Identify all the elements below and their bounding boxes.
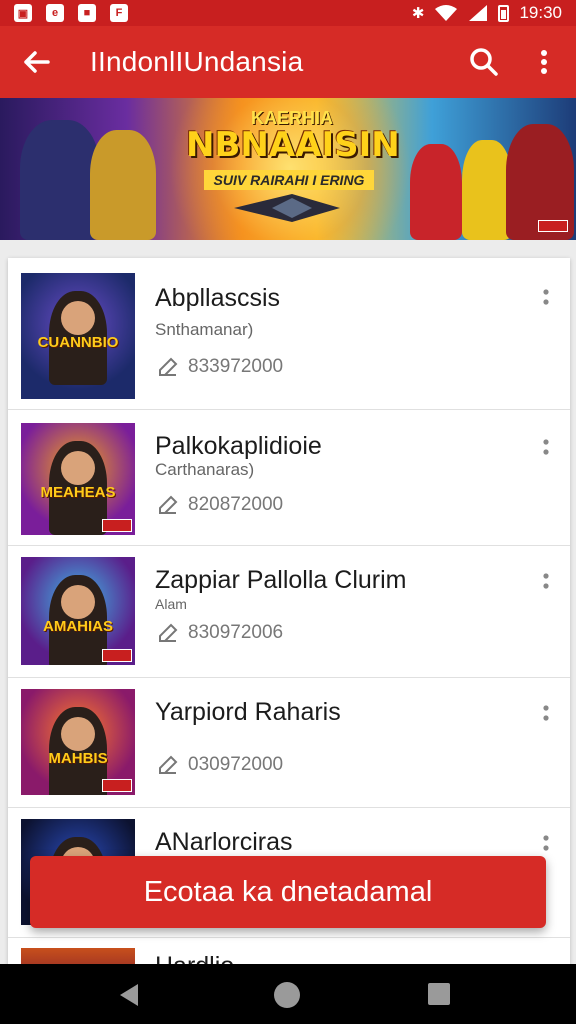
item-meta-value: 830972006 bbox=[188, 622, 284, 643]
banner-character bbox=[90, 130, 156, 240]
item-title: Yarpiord Raharis bbox=[155, 698, 341, 726]
wifi-icon bbox=[435, 5, 458, 21]
app-bar: IIndonlIUndansia bbox=[0, 26, 576, 98]
primary-action-button[interactable]: Ecotaa ka dnetadamal bbox=[30, 856, 546, 928]
system-nav-bar bbox=[0, 964, 576, 1024]
list-item[interactable]: MAHBIS Yarpiord Raharis 030972000 bbox=[8, 678, 570, 808]
item-thumbnail: AMAHIAS bbox=[21, 557, 135, 665]
image-icon: ▣ bbox=[14, 4, 32, 22]
more-options-icon[interactable] bbox=[526, 44, 562, 80]
item-thumbnail: MAHBIS bbox=[21, 689, 135, 795]
bluetooth-icon: ✱ bbox=[411, 5, 425, 22]
recent-apps-icon[interactable] bbox=[428, 983, 450, 1005]
thumbnail-text: CUANNBIO bbox=[37, 334, 119, 351]
thumbnail-text: MEAHEAS bbox=[40, 484, 116, 501]
item-meta: 830972006 bbox=[158, 622, 283, 644]
item-meta-value: 030972000 bbox=[188, 754, 284, 775]
thumbnail-face bbox=[61, 585, 95, 619]
list-item[interactable]: AMAHIAS Zappiar Pallolla Clurim Alam 830… bbox=[8, 546, 570, 678]
item-more-icon[interactable] bbox=[536, 700, 556, 728]
home-icon[interactable] bbox=[274, 982, 300, 1008]
banner-character bbox=[20, 120, 100, 240]
list-item[interactable]: MEAHEAS Palkokaplidioie Carthanaras) 820… bbox=[8, 410, 570, 546]
item-meta-value: 833972000 bbox=[188, 356, 284, 377]
back-arrow-icon[interactable] bbox=[18, 44, 54, 80]
thumbnail-face bbox=[61, 301, 95, 335]
thumbnail-face bbox=[61, 717, 95, 751]
f-icon: F bbox=[110, 4, 128, 22]
banner-character bbox=[410, 144, 462, 240]
item-subtitle: Snthamanar) bbox=[155, 320, 254, 339]
thumbnail-badge bbox=[102, 649, 132, 662]
item-thumbnail: MEAHEAS bbox=[21, 423, 135, 535]
banner-character bbox=[462, 140, 512, 240]
item-more-icon[interactable] bbox=[536, 434, 556, 462]
item-more-icon[interactable] bbox=[536, 830, 556, 858]
item-title: ANarlorciras bbox=[155, 828, 293, 856]
edit-icon bbox=[159, 755, 178, 774]
edit-icon bbox=[159, 495, 178, 514]
item-title: Abpllascsis bbox=[155, 284, 281, 312]
item-more-icon[interactable] bbox=[536, 284, 556, 312]
status-bar: ▣ e ■ F ✱ 19:30 bbox=[0, 0, 576, 26]
e-icon: e bbox=[46, 4, 64, 22]
thumbnail-face bbox=[61, 451, 95, 485]
item-title: Palkokaplidioie bbox=[155, 432, 322, 460]
thumbnail-text: AMAHIAS bbox=[43, 618, 113, 635]
signal-icon bbox=[469, 5, 488, 21]
item-subtitle: Alam bbox=[155, 596, 187, 612]
item-title: Zappiar Pallolla Clurim bbox=[155, 566, 407, 594]
thumbnail-text: MAHBIS bbox=[48, 750, 108, 767]
page-title: IIndonlIUndansia bbox=[90, 46, 304, 77]
edit-icon bbox=[159, 623, 178, 642]
edit-icon bbox=[159, 357, 178, 376]
thumbnail-badge bbox=[102, 519, 132, 532]
banner-badge bbox=[538, 220, 568, 232]
item-subtitle: Carthanaras) bbox=[155, 460, 255, 479]
banner-title: NBNAAISIN bbox=[186, 125, 400, 165]
spaceship-icon bbox=[234, 194, 340, 222]
item-meta: 820872000 bbox=[158, 494, 283, 516]
promo-banner[interactable]: KAERHIA NBNAAISIN SUIV RAIRAHI I ERING bbox=[0, 98, 576, 240]
status-time: 19:30 bbox=[519, 3, 562, 22]
back-icon[interactable] bbox=[116, 982, 142, 1008]
battery-icon bbox=[498, 4, 510, 22]
item-meta: 833972000 bbox=[158, 356, 283, 378]
thumbnail-badge bbox=[102, 779, 132, 792]
item-meta: 030972000 bbox=[158, 754, 283, 776]
search-icon[interactable] bbox=[466, 44, 502, 80]
item-meta-value: 820872000 bbox=[188, 494, 284, 515]
list-item[interactable]: CUANNBIO Abpllascsis Snthamanar) 8339720… bbox=[8, 258, 570, 410]
item-more-icon[interactable] bbox=[536, 568, 556, 596]
briefcase-icon: ■ bbox=[78, 4, 96, 22]
banner-subtitle: SUIV RAIRAHI I ERING bbox=[204, 170, 374, 190]
item-thumbnail: CUANNBIO bbox=[21, 273, 135, 399]
